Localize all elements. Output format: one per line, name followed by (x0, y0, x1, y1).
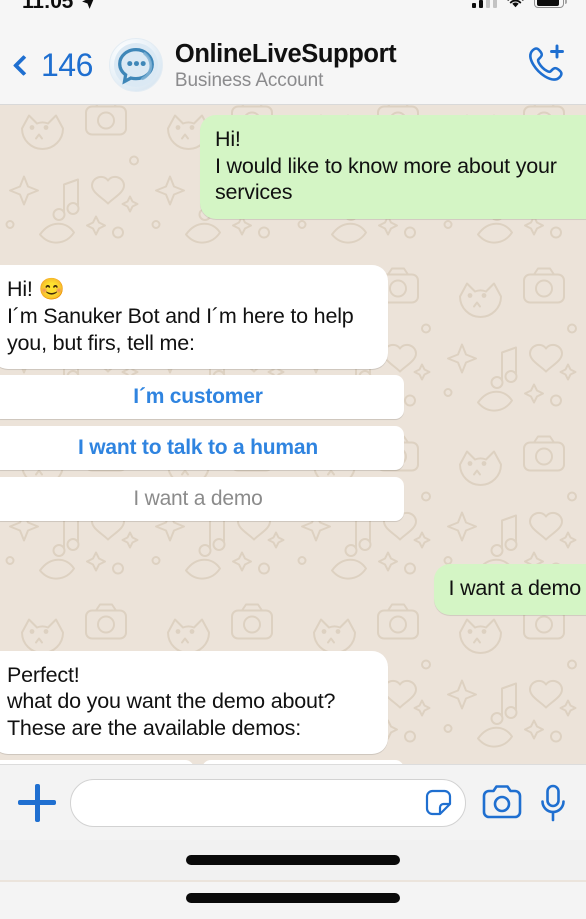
message-row-incoming: Hi! 😊 I´m Sanuker Bot and I´m here to he… (0, 264, 586, 529)
microphone-button[interactable] (538, 783, 568, 823)
microphone-icon (541, 784, 565, 821)
message-line: Hi! (215, 127, 241, 151)
sticker-icon (425, 789, 452, 815)
status-bar: 11:05 (0, 0, 586, 26)
thread-spacer (0, 219, 586, 265)
quick-reply-row: I want a demo (0, 477, 404, 521)
message-bubble-incoming[interactable]: Perfect! what do you want the demo about… (0, 650, 388, 754)
home-indicator-zone (0, 840, 586, 919)
message-line: I want a demo (448, 576, 582, 600)
smiling-face-emoji: 😊 (38, 277, 65, 301)
home-indicator-bar[interactable] (186, 893, 400, 903)
camera-button[interactable] (480, 784, 524, 822)
whatsapp-chat-screen: 11:05 146 OnlineLiveSupport Business Acc… (0, 0, 586, 919)
quick-reply-im-customer[interactable]: I´m customer (0, 375, 404, 419)
status-bar-time-group: 11:05 (22, 0, 97, 12)
location-arrow-icon (82, 0, 94, 9)
phone-add-icon (529, 44, 564, 81)
quick-reply-talk-to-human[interactable]: I want to talk to a human (0, 426, 404, 470)
chat-message-area[interactable]: Hi! I would like to know more about your… (0, 105, 586, 764)
avatar[interactable] (108, 38, 163, 92)
message-bubble-incoming[interactable]: Hi! 😊 I´m Sanuker Bot and I´m here to he… (0, 264, 388, 369)
message-line: Hi! 😊 (7, 276, 65, 301)
chat-thread: Hi! I would like to know more about your… (0, 105, 586, 764)
quick-reply-group-1: I´m customer I want to talk to a human I… (0, 375, 404, 521)
camera-icon (482, 784, 522, 818)
quick-reply-want-a-demo[interactable]: I want a demo (0, 477, 404, 521)
home-indicator-row-top (0, 840, 586, 880)
message-bubble-outgoing[interactable]: I want a demo (433, 564, 586, 615)
message-row-outgoing: I want a demo (0, 564, 586, 615)
quick-reply-row: Use of chatbots Training for agents (0, 760, 404, 764)
plus-icon[interactable] (18, 783, 56, 822)
message-line: These are the available demos: (7, 715, 301, 740)
message-line: Perfect! (7, 662, 80, 687)
sticker-button[interactable] (421, 787, 453, 819)
status-bar-indicators (471, 0, 568, 8)
quick-reply-row: I want to talk to a human (0, 426, 404, 470)
message-input-bar (0, 764, 586, 840)
back-button[interactable]: 146 (10, 47, 93, 84)
add-call-button[interactable] (524, 42, 570, 89)
message-bubble-outgoing[interactable]: Hi! I would like to know more about your… (200, 115, 586, 219)
chat-header: 146 OnlineLiveSupport Business Account (0, 26, 586, 105)
quick-reply-training-for-agents[interactable]: Training for agents (202, 760, 404, 764)
account-subtitle: Business Account (174, 69, 324, 91)
quick-reply-use-of-chatbots[interactable]: Use of chatbots (0, 760, 194, 764)
chat-bubble-logo-avatar-icon (113, 42, 158, 88)
wifi-icon (507, 0, 524, 8)
thread-spacer (0, 615, 586, 651)
header-title-block[interactable]: OnlineLiveSupport Business Account (175, 39, 518, 92)
message-row-outgoing: Hi! I would like to know more about your… (0, 115, 586, 219)
message-line: I´m Sanuker Bot and I´m here to help you… (7, 304, 354, 355)
home-indicator-bar[interactable] (186, 855, 400, 865)
quick-reply-row: I´m customer (0, 375, 404, 419)
message-line: what do you want the demo about? (7, 689, 336, 713)
unread-count-label: 146 (41, 46, 93, 83)
home-indicator-row-bottom (0, 882, 586, 919)
battery-icon (534, 0, 568, 8)
chevron-left-icon (12, 54, 35, 76)
account-name: OnlineLiveSupport (174, 39, 397, 68)
quick-reply-group-2: Use of chatbots Training for agents Chat… (0, 760, 404, 764)
message-input-field[interactable] (70, 778, 466, 827)
message-text-input[interactable] (89, 791, 421, 814)
message-row-incoming: Perfect! what do you want the demo about… (0, 650, 586, 764)
status-bar-clock: 11:05 (22, 0, 74, 13)
thread-spacer (0, 528, 586, 564)
cellular-signal-icon (471, 0, 497, 8)
message-line: I would like to know more about your ser… (215, 153, 557, 205)
